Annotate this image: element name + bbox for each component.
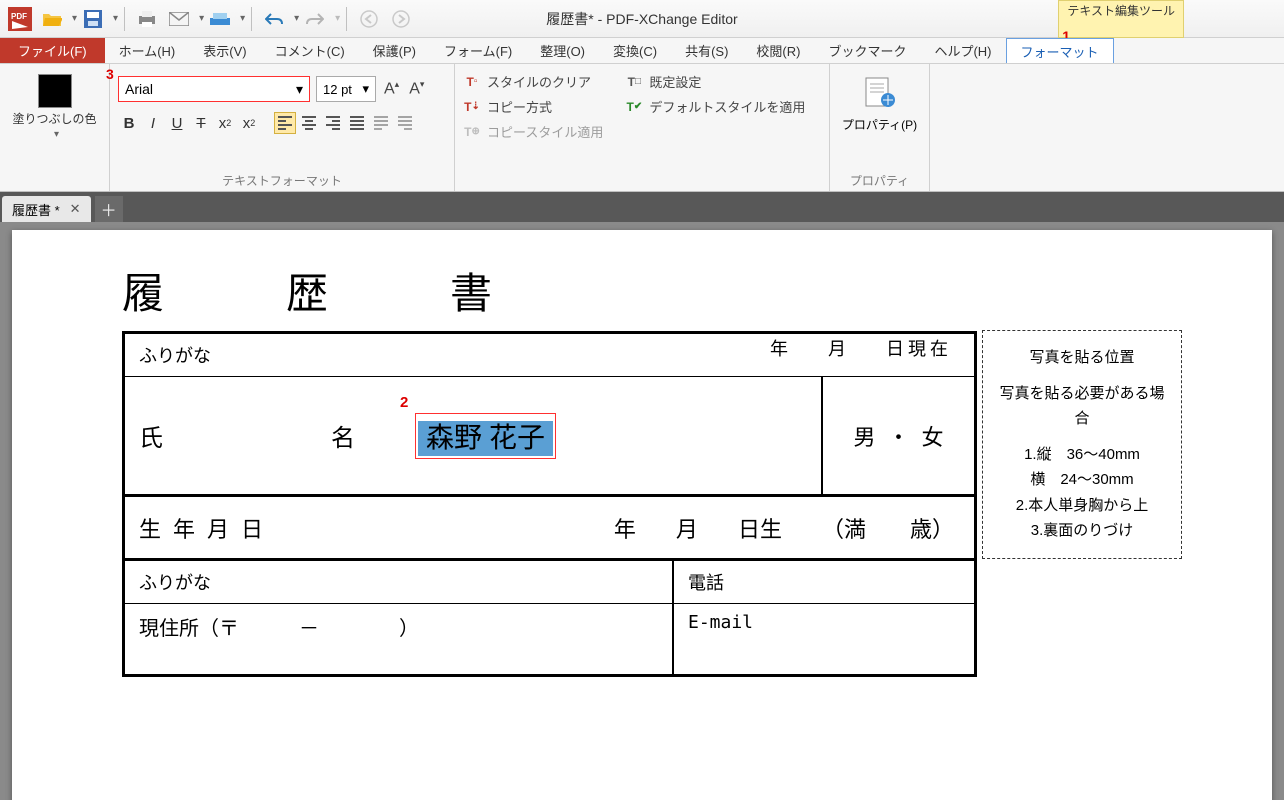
text-edit-tool-hint: テキスト編集ツール [1058,0,1184,38]
strike-button[interactable]: T [190,112,212,134]
menu-convert[interactable]: 変換(C) [599,38,671,63]
align-left-button[interactable] [274,112,296,134]
callout-2: 2 [400,394,408,411]
phone-label: 電話 [674,561,974,603]
redo-icon[interactable] [303,7,327,31]
resume-table: ふりがな 氏 名 2 森野 花子 男・女 生年月日 年 月 [122,331,977,561]
dob-label: 生年月日 [139,512,275,544]
window-title: 履歴書* - PDF-XChange Editor [546,9,737,29]
page-1: 履 歴 書 年月日現在 ふりがな 氏 名 2 森野 花子 男・女 [12,230,1272,800]
superscript-button[interactable]: x2 [238,112,260,134]
chevron-down-icon: ▾ [362,81,369,97]
mail-icon[interactable] [167,7,191,31]
email-label: E-mail [674,604,974,674]
copy-style-button[interactable]: T⊕コピースタイル適用 [463,122,603,141]
menu-comment[interactable]: コメント(C) [261,38,359,63]
ribbon-format: 塗りつぶしの色 ▾ Arial ▾ 12 pt ▾ A▴ A▾ B [0,64,1284,192]
fill-color-swatch[interactable] [38,74,72,108]
svg-text:PDF: PDF [11,12,27,21]
bold-button[interactable]: B [118,112,140,134]
menu-share[interactable]: 共有(S) [671,38,742,63]
preset-button[interactable]: T□既定設定 [625,72,805,91]
menu-format[interactable]: フォーマット [1006,38,1114,63]
dob-fields: 年 月 日生 （満 歳） [315,512,974,544]
properties-icon[interactable] [860,72,900,112]
name-label: 氏 名 [125,418,395,453]
document-viewport[interactable]: 履 歴 書 年月日現在 ふりがな 氏 名 2 森野 花子 男・女 [0,222,1284,800]
menu-form[interactable]: フォーム(F) [430,38,526,63]
menu-review[interactable]: 校閲(R) [742,38,814,63]
ribbon-group-text-label: テキストフォーマット [118,170,446,189]
sex-cell: 男・女 [822,377,974,494]
print-icon[interactable] [135,7,159,31]
callout-3: 3 [106,66,114,82]
document-tab[interactable]: 履歴書 * ✕ [2,196,91,222]
open-icon[interactable] [40,7,64,31]
align-right-button[interactable] [322,112,344,134]
name-edit-selection[interactable]: 2 森野 花子 [415,413,556,459]
font-family-select[interactable]: Arial ▾ [118,76,310,102]
nav-back-icon[interactable] [357,7,381,31]
style-clear-button[interactable]: T▫スタイルのクリア [463,72,603,91]
italic-button[interactable]: I [142,112,164,134]
align-justify3-button[interactable] [394,112,416,134]
align-justify2-button[interactable] [370,112,392,134]
chevron-down-icon: ▾ [296,81,303,98]
ribbon-group-prop-label: プロパティ [838,170,921,189]
menu-bookmark[interactable]: ブックマーク [814,38,920,63]
close-icon[interactable]: ✕ [70,201,81,217]
font-grow-icon[interactable]: A▴ [382,79,401,98]
font-shrink-icon[interactable]: A▾ [407,79,426,98]
add-tab-button[interactable]: ＋ [95,196,123,222]
save-icon[interactable] [81,7,105,31]
photo-placeholder: 写真を貼る位置 写真を貼る必要がある場合 1.縦 36～40mm 横 24～30… [982,330,1182,559]
document-tab-label: 履歴書 * [12,200,60,219]
undo-icon[interactable] [262,7,286,31]
font-family-value: Arial [125,81,153,97]
fill-color-label: 塗りつぶしの色 [12,110,96,127]
furigana-label: ふりがな [125,334,825,376]
quick-access-toolbar: PDF ▾ ▾ ▾ ▾ ▾ ▾ 履歴書* - PDF-XChange Edito… [0,0,1284,38]
furigana2-label: ふりがな [125,561,674,603]
doc-heading: 履 歴 書 [122,260,1162,321]
copy-method-button[interactable]: T⇣コピー方式 [463,97,603,116]
address-label: 現住所（〒 － ） [125,604,674,674]
date-row: 年月日現在 [734,335,952,361]
menu-protect[interactable]: 保護(P) [359,38,430,63]
align-center-button[interactable] [298,112,320,134]
font-size-value: 12 pt [323,82,352,97]
underline-button[interactable]: U [166,112,188,134]
font-size-select[interactable]: 12 pt ▾ [316,76,376,102]
document-tab-bar: 履歴書 * ✕ ＋ [0,192,1284,222]
address-table: ふりがな 電話 現住所（〒 － ） E-mail [122,561,977,677]
apply-default-button[interactable]: T✔デフォルトスタイルを適用 [625,97,805,116]
menu-bar: ファイル(F) ホーム(H) 表示(V) コメント(C) 保護(P) フォーム(… [0,38,1284,64]
align-justify-button[interactable] [346,112,368,134]
menu-file[interactable]: ファイル(F) [0,38,105,63]
name-value: 森野 花子 [418,421,553,456]
menu-view[interactable]: 表示(V) [189,38,260,63]
app-logo-icon: PDF [8,7,32,31]
subscript-button[interactable]: x2 [214,112,236,134]
menu-organize[interactable]: 整理(O) [526,38,599,63]
menu-help[interactable]: ヘルプ(H) [920,38,1005,63]
nav-fwd-icon[interactable] [389,7,413,31]
scan-icon[interactable] [208,7,232,31]
menu-home[interactable]: ホーム(H) [105,38,190,63]
properties-label: プロパティ(P) [842,116,917,133]
